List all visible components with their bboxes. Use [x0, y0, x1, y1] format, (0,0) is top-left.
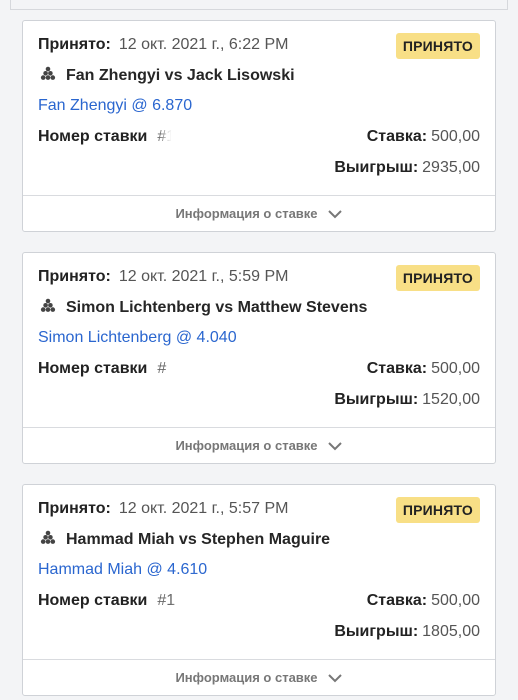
- win-label: Выигрыш:: [334, 391, 419, 408]
- stake-value: 500,00: [431, 128, 480, 145]
- win-row: Выигрыш: 1520,00: [334, 389, 480, 411]
- bet-card-body: Принято: 12 окт. 2021 г., 5:59 PM ПРИНЯТО…: [23, 253, 495, 427]
- redaction-blur: [171, 122, 267, 152]
- chevron-down-icon: [327, 441, 342, 450]
- accepted-row: Принято: 12 окт. 2021 г., 5:57 PM: [38, 499, 288, 519]
- stake-label: Ставка:: [366, 592, 428, 609]
- bet-number-value: #: [157, 360, 167, 377]
- event-row: Hammad Miah vs Stephen Maguire: [38, 529, 330, 551]
- chevron-down-icon: [327, 209, 342, 218]
- event-row: Simon Lichtenberg vs Matthew Stevens: [38, 297, 367, 319]
- win-row: Выигрыш: 2935,00: [334, 157, 480, 179]
- bet-datetime: 12 окт. 2021 г., 6:22 PM: [118, 36, 289, 53]
- win-label: Выигрыш:: [334, 159, 419, 176]
- win-label: Выигрыш:: [334, 623, 419, 640]
- event-row: Fan Zhengyi vs Jack Lisowski: [38, 65, 295, 87]
- accepted-row: Принято: 12 окт. 2021 г., 5:59 PM: [38, 267, 288, 287]
- stake-value: 500,00: [431, 592, 480, 609]
- status-badge: ПРИНЯТО: [395, 497, 480, 523]
- redaction-blur: [183, 586, 283, 616]
- bet-card: Принято: 12 окт. 2021 г., 6:22 PM ПРИНЯТО…: [22, 20, 496, 232]
- bet-info-label: Информация о ставке: [175, 670, 318, 685]
- win-value: 1520,00: [422, 391, 480, 408]
- bet-info-toggle[interactable]: Информация о ставке: [23, 195, 495, 231]
- event-title: Simon Lichtenberg vs Matthew Stevens: [66, 299, 368, 316]
- win-value: 1805,00: [422, 623, 480, 640]
- bet-info-label: Информация о ставке: [175, 206, 318, 221]
- bet-info-toggle[interactable]: Информация о ставке: [23, 659, 495, 695]
- stake-row: Ставка: 500,00: [367, 358, 480, 380]
- bet-number-row: Номер ставки #1: [38, 590, 175, 612]
- snooker-balls-icon: [40, 66, 56, 80]
- accepted-label: Принято:: [38, 36, 111, 53]
- pick-link[interactable]: Hammad Miah @ 4.610: [38, 559, 207, 581]
- bet-number-value: #1: [157, 592, 176, 609]
- bet-number-label: Номер ставки: [38, 592, 148, 609]
- bet-datetime: 12 окт. 2021 г., 5:59 PM: [118, 268, 289, 285]
- pick-link[interactable]: Simon Lichtenberg @ 4.040: [38, 327, 237, 349]
- previous-card-edge: [10, 0, 508, 10]
- stake-label: Ставка:: [366, 128, 428, 145]
- chevron-down-icon: [327, 673, 342, 682]
- stake-row: Ставка: 500,00: [367, 126, 480, 148]
- bet-info-toggle[interactable]: Информация о ставке: [23, 427, 495, 463]
- status-badge: ПРИНЯТО: [395, 265, 480, 291]
- bet-card: Принято: 12 окт. 2021 г., 5:59 PM ПРИНЯТО…: [22, 252, 496, 464]
- event-title: Fan Zhengyi vs Jack Lisowski: [66, 67, 295, 84]
- pick-link[interactable]: Fan Zhengyi @ 6.870: [38, 95, 192, 117]
- stake-value: 500,00: [431, 360, 480, 377]
- accepted-label: Принято:: [38, 500, 111, 517]
- bet-number-row: Номер ставки #1: [38, 126, 175, 148]
- event-title: Hammad Miah vs Stephen Maguire: [66, 531, 331, 548]
- bet-datetime: 12 окт. 2021 г., 5:57 PM: [118, 500, 289, 517]
- bet-info-label: Информация о ставке: [175, 438, 318, 453]
- snooker-balls-icon: [40, 298, 56, 312]
- accepted-label: Принято:: [38, 268, 111, 285]
- bet-number-label: Номер ставки: [38, 128, 148, 145]
- bet-card-body: Принято: 12 окт. 2021 г., 5:57 PM ПРИНЯТО…: [23, 485, 495, 659]
- win-value: 2935,00: [422, 159, 480, 176]
- stake-label: Ставка:: [366, 360, 428, 377]
- snooker-balls-icon: [40, 530, 56, 544]
- bet-history-page: Принято: 12 окт. 2021 г., 6:22 PM ПРИНЯТО…: [0, 0, 518, 700]
- win-row: Выигрыш: 1805,00: [334, 621, 480, 643]
- redaction-blur: [191, 354, 291, 384]
- bet-number-row: Номер ставки #: [38, 358, 166, 380]
- accepted-row: Принято: 12 окт. 2021 г., 6:22 PM: [38, 35, 288, 55]
- bet-card: Принято: 12 окт. 2021 г., 5:57 PM ПРИНЯТО…: [22, 484, 496, 696]
- bet-card-body: Принято: 12 окт. 2021 г., 6:22 PM ПРИНЯТО…: [23, 21, 495, 195]
- bet-number-label: Номер ставки: [38, 360, 148, 377]
- stake-row: Ставка: 500,00: [367, 590, 480, 612]
- status-badge: ПРИНЯТО: [395, 33, 480, 59]
